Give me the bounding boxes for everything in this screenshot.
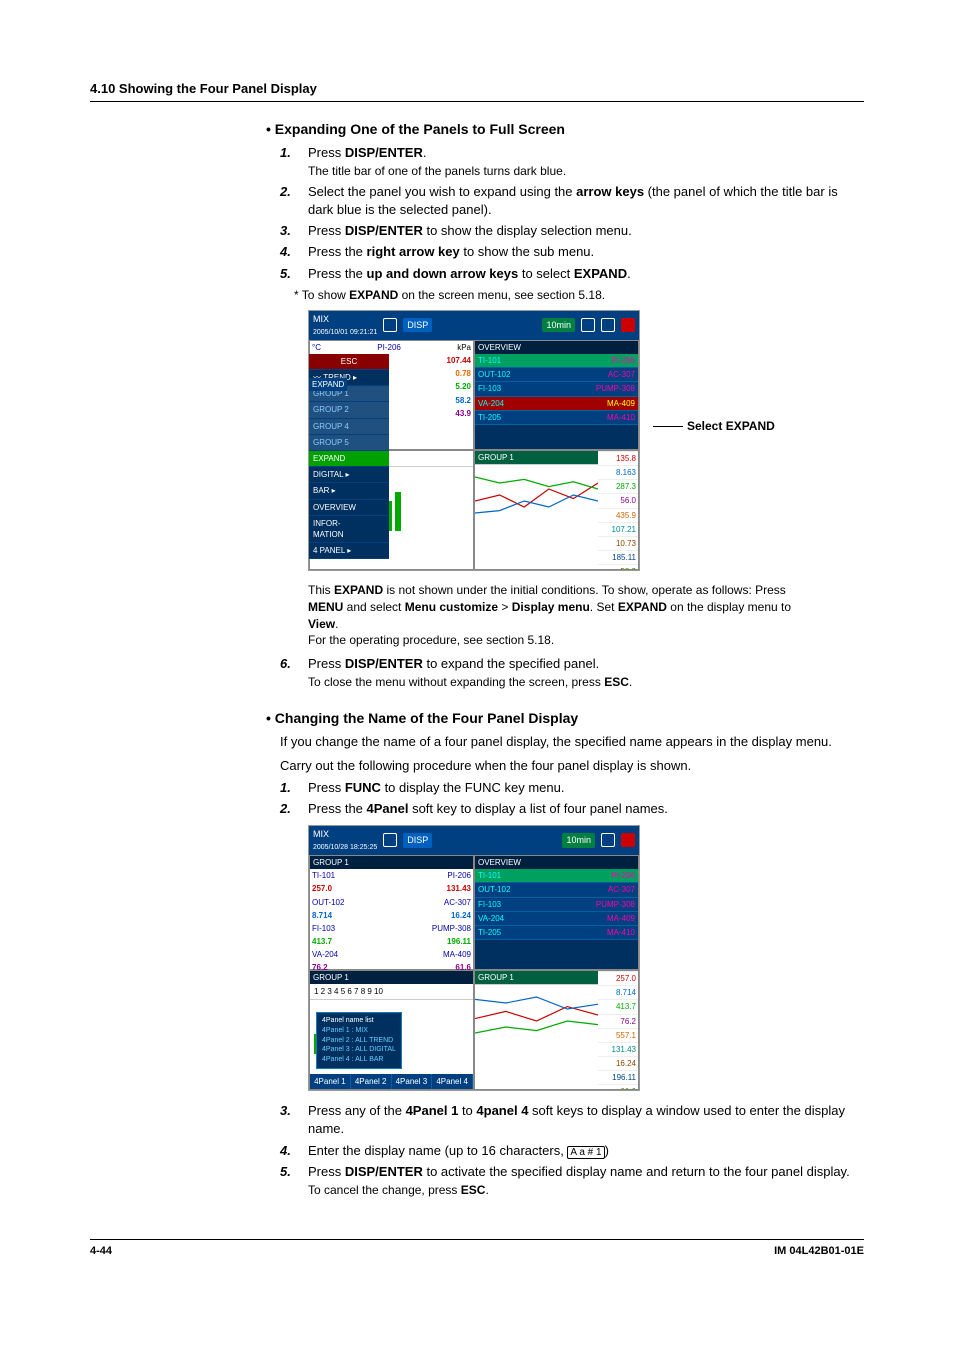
note-star: * To show EXPAND on the screen menu, see… [294, 287, 864, 304]
q4-values: 135.8 8.163 287.3 56.0 435.9 107.21 10.7… [598, 451, 638, 569]
s2-q4-trend: GROUP 1 257.0 8.714 413.7 [474, 970, 639, 1090]
side-expand-pill: EXPAND [309, 378, 347, 391]
s2-q3-bar: GROUP 1 1 2 3 4 5 6 7 8 9 10 4Panel name… [309, 970, 474, 1090]
screenshot-1-wrap: MIX2005/10/01 09:21:21 DISP 10min °CPI-2… [308, 310, 864, 577]
step-6: 6. Press DISP/ENTER to expand the specif… [280, 655, 864, 691]
panel-name-list: 4Panel name list 4Panel 1 : MIX 4Panel 2… [316, 1012, 402, 1069]
menu-4panel[interactable]: 4 PANEL ▸ [309, 543, 389, 559]
disk-icon [581, 318, 595, 332]
screenshot-2-wrap: MIX2005/10/28 18:25:25 DISP 10min GROUP … [308, 825, 864, 1097]
s2-q2-overview: OVERVIEW TI-101PI-206 OUT-102AC-307 FI-1… [474, 855, 639, 970]
char-keycap: A a # 1 [567, 1146, 604, 1159]
c-step-4: 4. Enter the display name (up to 16 char… [280, 1142, 864, 1160]
step-2: 2. Select the panel you wish to expand u… [280, 183, 864, 219]
c-step-1: 1. Press FUNC to display the FUNC key me… [280, 779, 864, 797]
menu-expand[interactable]: EXPAND [309, 451, 389, 467]
h2-p2: Carry out the following procedure when t… [280, 757, 864, 775]
titlebar-2: MIX2005/10/28 18:25:25 DISP 10min [309, 826, 639, 855]
step-5: 5. Press the up and down arrow keys to s… [280, 265, 864, 283]
page-footer: 4-44 IM 04L42B01-01E [90, 1239, 864, 1259]
heading-expanding: Expanding One of the Panels to Full Scre… [266, 120, 864, 140]
c-step5-sub: To cancel the change, press ESC. [308, 1182, 864, 1199]
softkey-4panel3[interactable]: 4Panel 3 [392, 1074, 433, 1089]
c-step-3: 3. Press any of the 4Panel 1 to 4panel 4… [280, 1102, 864, 1138]
steps-change-345: 3. Press any of the 4Panel 1 to 4panel 4… [280, 1102, 864, 1199]
c-step-5: 5. Press DISP/ENTER to activate the spec… [280, 1163, 864, 1199]
interval-chip: 10min [542, 318, 575, 333]
below-note-1: This EXPAND is not shown under the initi… [308, 582, 808, 649]
menu-digital[interactable]: DIGITAL ▸ [309, 467, 389, 483]
steps-expand-6: 6. Press DISP/ENTER to expand the specif… [280, 655, 864, 691]
step-1: 1. Press DISP/ENTER. The title bar of on… [280, 144, 864, 180]
screenshot-2: MIX2005/10/28 18:25:25 DISP 10min GROUP … [308, 825, 640, 1091]
menu-bar[interactable]: BAR ▸ [309, 483, 389, 499]
step1-sub: The title bar of one of the panels turns… [308, 163, 864, 180]
h2-p1: If you change the name of a four panel d… [280, 733, 864, 751]
disp-chip: DISP [403, 318, 432, 333]
s2-q4-values: 257.0 8.714 413.7 76.2 557.1 131.43 16.2… [598, 971, 638, 1089]
steps-expand: 1. Press DISP/ENTER. The title bar of on… [280, 144, 864, 283]
s2-q1-digital: GROUP 1 TI-101PI-206 257.0131.43 OUT-102… [309, 855, 474, 970]
callout-expand: Select EXPAND [653, 418, 775, 435]
main-content: Expanding One of the Panels to Full Scre… [280, 120, 864, 1199]
softkey-4panel4[interactable]: 4Panel 4 [432, 1074, 473, 1089]
keyboard-icon [383, 833, 397, 847]
step-4: 4. Press the right arrow key to show the… [280, 243, 864, 261]
step1-text: Press DISP/ENTER. [308, 145, 426, 160]
menu-info[interactable]: INFOR- MATION [309, 516, 389, 543]
q4-trend: GROUP 1 135.8 8.163 287.3 [474, 450, 639, 570]
sound-icon [621, 318, 635, 332]
titlebar-1: MIX2005/10/01 09:21:21 DISP 10min [309, 311, 639, 340]
softkeys: 4Panel 1 4Panel 2 4Panel 3 4Panel 4 [310, 1074, 473, 1089]
keyboard-icon [383, 318, 397, 332]
heading-changing: Changing the Name of the Four Panel Disp… [266, 709, 864, 729]
page-number: 4-44 [90, 1244, 112, 1259]
sound-icon [621, 833, 635, 847]
softkey-4panel1[interactable]: 4Panel 1 [310, 1074, 351, 1089]
disk-icon [601, 833, 615, 847]
menu-overview[interactable]: OVERVIEW [309, 500, 389, 516]
doc-id: IM 04L42B01-01E [774, 1244, 864, 1259]
step-3: 3. Press DISP/ENTER to show the display … [280, 222, 864, 240]
title-mix: MIX2005/10/01 09:21:21 [313, 313, 377, 338]
c-step-2: 2. Press the 4Panel soft key to display … [280, 800, 864, 818]
steps-change: 1. Press FUNC to display the FUNC key me… [280, 779, 864, 818]
menu-esc[interactable]: ESC [309, 354, 389, 370]
screenshot-1: MIX2005/10/01 09:21:21 DISP 10min °CPI-2… [308, 310, 640, 571]
plug-icon [601, 318, 615, 332]
step6-sub: To close the menu without expanding the … [308, 674, 864, 691]
q2-overview: OVERVIEW TI-101PI-206 OUT-102AC-307 FI-1… [474, 340, 639, 450]
softkey-4panel2[interactable]: 4Panel 2 [351, 1074, 392, 1089]
section-header: 4.10 Showing the Four Panel Display [90, 80, 864, 102]
